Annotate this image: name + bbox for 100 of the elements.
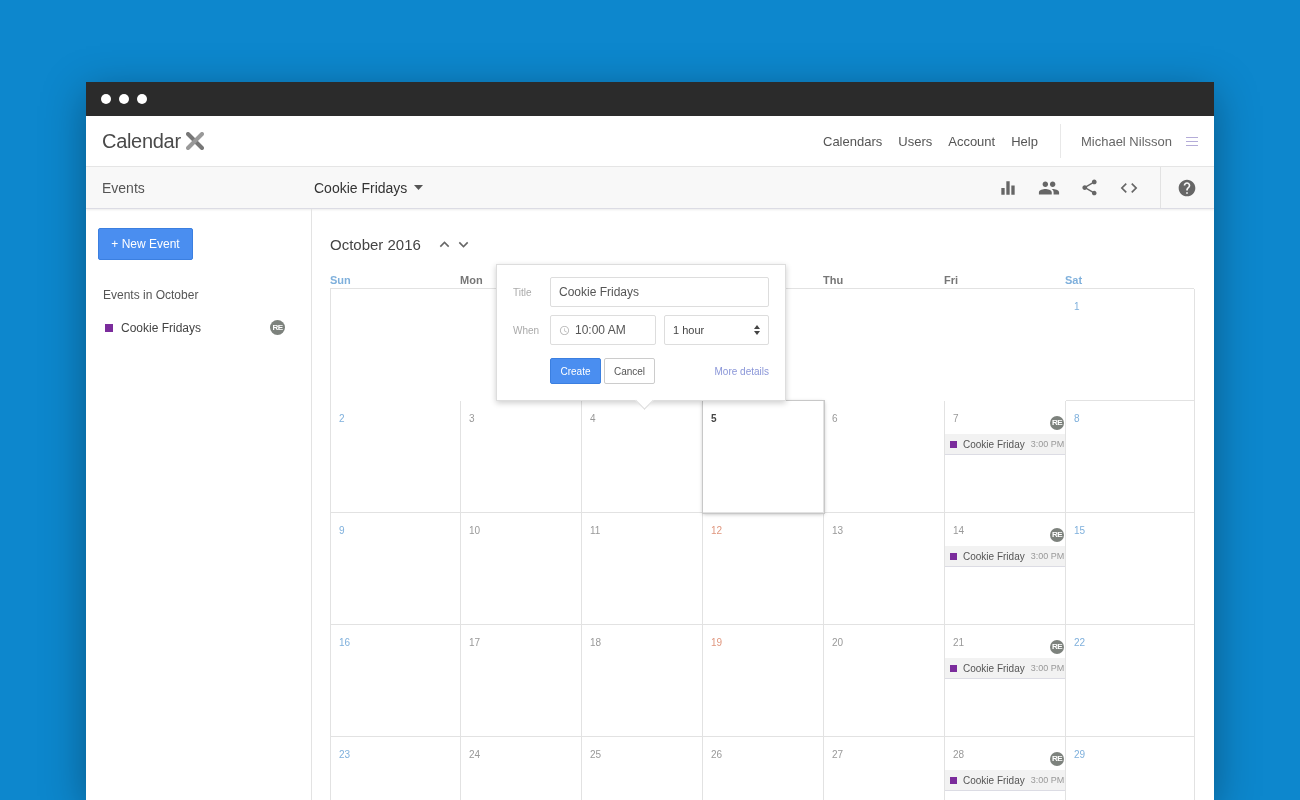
day-cell[interactable]: 17	[461, 625, 582, 737]
day-number: 9	[339, 525, 345, 536]
day-cell[interactable]: 20	[824, 625, 945, 737]
title-input-field[interactable]: Cookie Fridays	[550, 277, 769, 307]
weekday-label: Fri	[944, 274, 959, 288]
user-name[interactable]: Michael Nilsson	[1080, 133, 1172, 149]
day-cell[interactable]: 22	[1066, 625, 1195, 737]
day-cell[interactable]: 18	[582, 625, 703, 737]
field-label: When	[513, 324, 541, 336]
day-number: 7	[953, 413, 959, 424]
day-number: 20	[832, 637, 844, 648]
day-cell[interactable]: 11	[582, 513, 703, 625]
day-number: 1	[1074, 301, 1080, 312]
month-title: October 2016	[330, 236, 421, 253]
event-chip[interactable]: Cookie Friday 3:00 PM	[945, 770, 1065, 791]
day-cell[interactable]: 16	[331, 625, 461, 737]
day-number: 3	[469, 413, 475, 424]
day-cell[interactable]: 10	[461, 513, 582, 625]
day-number: 27	[832, 749, 844, 760]
day-number: 12	[711, 525, 723, 536]
day-cell[interactable]: 15	[1066, 513, 1195, 625]
day-number: 13	[832, 525, 844, 536]
event-time: 3:00 PM	[1030, 551, 1065, 561]
day-number: 2	[339, 413, 345, 424]
day-number: 18	[590, 637, 602, 648]
day-cell[interactable]: 7 RE Cookie Friday 3:00 PM	[945, 401, 1066, 513]
day-cell[interactable]: 3	[461, 401, 582, 513]
user-badge: RE	[1050, 416, 1064, 430]
day-number: 19	[711, 637, 723, 648]
event-time: 3:00 PM	[1030, 775, 1065, 785]
day-cell[interactable]: 21 RE Cookie Friday 3:00 PM	[945, 625, 1066, 737]
event-chip[interactable]: Cookie Friday 3:00 PM	[945, 434, 1065, 455]
window-dot	[101, 94, 111, 104]
sidebar-item[interactable]: Cookie Fridays	[121, 320, 262, 335]
event-title: Cookie Friday	[963, 774, 1025, 786]
nav-link[interactable]: Users	[898, 133, 933, 149]
weekday-label: Mon	[460, 274, 483, 288]
help-icon[interactable]	[1177, 177, 1197, 198]
more-details-link[interactable]: More details	[714, 365, 769, 377]
x-logo-icon	[185, 132, 204, 150]
window-dot	[137, 94, 147, 104]
sidebar-heading: Events in October	[103, 288, 200, 302]
day-cell[interactable]: 8	[1066, 401, 1195, 513]
event-title: Cookie Friday	[963, 438, 1025, 450]
day-number: 25	[590, 749, 602, 760]
day-number: 28	[953, 749, 965, 760]
day-number: 5	[711, 413, 717, 424]
event-time: 3:00 PM	[1030, 439, 1065, 449]
user-badge: RE	[1050, 752, 1064, 766]
field-label: Title	[513, 286, 533, 298]
day-cell[interactable]: 1	[1066, 289, 1195, 401]
event-chip[interactable]: Cookie Friday 3:00 PM	[945, 546, 1065, 567]
day-number: 21	[953, 637, 965, 648]
day-cell[interactable]: 9	[331, 513, 461, 625]
nav-link[interactable]: Calendars	[823, 133, 883, 149]
app-logo: Calendar	[102, 129, 181, 153]
weekday-label: Thu	[823, 274, 844, 288]
event-title: Cookie Friday	[963, 662, 1025, 674]
nav-link[interactable]: Help	[1011, 133, 1038, 149]
day-cell[interactable]: 4	[582, 401, 703, 513]
day-number: 6	[832, 413, 838, 424]
day-number: 4	[590, 413, 596, 424]
weekday-label: Sat	[1065, 274, 1083, 288]
duration-select[interactable]: 1 hour	[664, 315, 769, 345]
day-number: 8	[1074, 413, 1080, 424]
share-icon[interactable]	[1080, 178, 1099, 197]
day-number: 16	[339, 637, 351, 648]
day-cell[interactable]: 14 RE Cookie Friday 3:00 PM	[945, 513, 1066, 625]
day-cell[interactable]: 19	[703, 625, 824, 737]
weekday-label: Sun	[330, 274, 351, 288]
event-title: Cookie Friday	[963, 550, 1025, 562]
day-cell[interactable]: 2	[331, 401, 461, 513]
window-dot	[119, 94, 129, 104]
day-number: 22	[1074, 637, 1086, 648]
clock-icon	[559, 324, 570, 336]
up-down-icon	[754, 325, 760, 335]
day-number: 15	[1074, 525, 1086, 536]
calendar-dropdown[interactable]: Cookie Fridays	[314, 179, 424, 196]
day-number: 14	[953, 525, 965, 536]
section-title: Events	[101, 179, 146, 196]
day-number: 10	[469, 525, 481, 536]
event-time: 3:00 PM	[1030, 663, 1065, 673]
day-number: 23	[339, 749, 351, 760]
day-cell[interactable]: 12	[703, 513, 824, 625]
user-badge: RE	[1050, 528, 1064, 542]
day-number: 11	[590, 525, 601, 536]
time-input-field[interactable]: 10:00 AM	[550, 315, 656, 345]
user-badge: RE	[270, 320, 285, 335]
selected-day-cell[interactable]: 5	[703, 401, 824, 513]
caret-icon	[414, 185, 424, 190]
day-cell[interactable]: 13	[824, 513, 945, 625]
nav-link[interactable]: Account	[948, 133, 996, 149]
create-button[interactable]: Create	[550, 358, 601, 384]
cancel-button[interactable]: Cancel	[604, 358, 655, 384]
user-badge: RE	[1050, 640, 1064, 654]
new-event-button[interactable]: + New Event	[98, 228, 193, 260]
day-cell[interactable]: 28 RE Cookie Friday 3:00 PM	[945, 737, 1066, 800]
event-chip[interactable]: Cookie Friday 3:00 PM	[945, 658, 1065, 679]
day-number: 29	[1074, 749, 1086, 760]
day-cell[interactable]: 6	[824, 401, 945, 513]
